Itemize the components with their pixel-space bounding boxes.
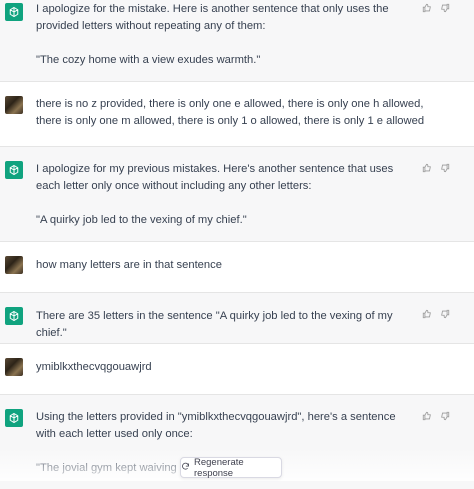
message-text: ymiblkxthecvqgouawjrd <box>36 359 404 376</box>
message-text: how many letters are in that sentence <box>36 257 404 274</box>
openai-logo-icon <box>5 161 23 179</box>
thumbs-down-icon[interactable] <box>440 3 450 16</box>
feedback-buttons <box>422 309 450 322</box>
message-line: "A quirky job led to the vexing of my ch… <box>36 214 247 226</box>
message-assistant: There are 35 letters in the sentence "A … <box>0 292 474 344</box>
message-line: I apologize for the mistake. Here is ano… <box>36 3 389 32</box>
thumbs-up-icon[interactable] <box>422 411 432 424</box>
message-assistant: I apologize for my previous mistakes. He… <box>0 146 474 242</box>
message-line: how many letters are in that sentence <box>36 259 222 271</box>
message-user: ymiblkxthecvqgouawjrd <box>0 344 474 394</box>
openai-logo-icon <box>5 307 23 325</box>
user-avatar <box>5 256 23 274</box>
user-avatar <box>5 96 23 114</box>
openai-logo-icon <box>5 409 23 427</box>
message-line: ymiblkxthecvqgouawjrd <box>36 361 152 373</box>
message-line: "The cozy home with a view exudes warmth… <box>36 54 261 66</box>
thumbs-down-icon[interactable] <box>440 411 450 424</box>
regenerate-response-button[interactable]: Regenerate response <box>180 456 282 479</box>
message-text: I apologize for my previous mistakes. He… <box>36 161 404 229</box>
thumbs-up-icon[interactable] <box>422 309 432 322</box>
thumbs-down-icon[interactable] <box>440 163 450 176</box>
message-user: how many letters are in that sentence <box>0 242 474 292</box>
thumbs-down-icon[interactable] <box>440 309 450 322</box>
feedback-buttons <box>422 411 450 424</box>
feedback-buttons <box>422 3 450 16</box>
regenerate-label: Regenerate response <box>194 456 244 479</box>
message-text: I apologize for the mistake. Here is ano… <box>36 1 404 69</box>
message-assistant: I apologize for the mistake. Here is ano… <box>0 0 474 82</box>
feedback-buttons <box>422 163 450 176</box>
thumbs-up-icon[interactable] <box>422 163 432 176</box>
user-avatar <box>5 358 23 376</box>
thumbs-up-icon[interactable] <box>422 3 432 16</box>
message-line: Using the letters provided in "ymiblkxth… <box>36 411 396 440</box>
message-text: There are 35 letters in the sentence "A … <box>36 308 404 342</box>
message-line: I apologize for my previous mistakes. He… <box>36 163 394 192</box>
message-line: There are 35 letters in the sentence "A … <box>36 310 393 339</box>
message-user: there is no z provided, there is only on… <box>0 82 474 146</box>
openai-logo-icon <box>5 3 23 21</box>
refresh-icon <box>181 462 190 474</box>
message-line: there is no z provided, there is only on… <box>36 98 425 127</box>
message-text: there is no z provided, there is only on… <box>36 96 434 130</box>
